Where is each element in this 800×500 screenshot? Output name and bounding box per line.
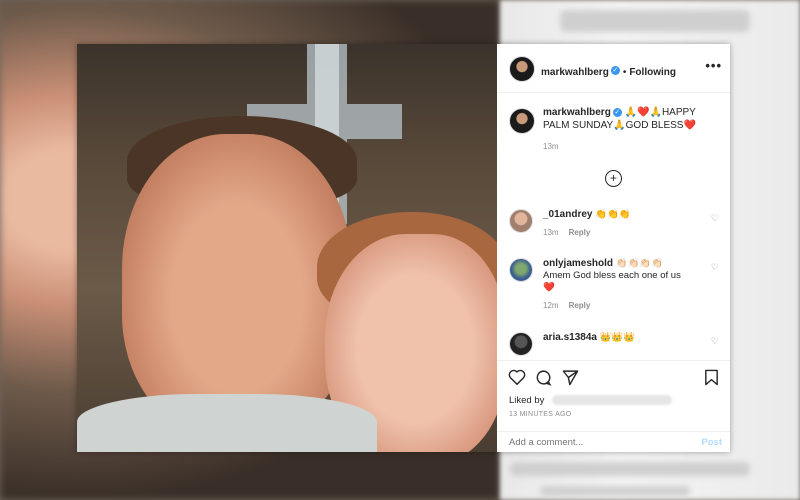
verified-icon: ✓: [612, 107, 622, 117]
avatar[interactable]: [509, 258, 533, 282]
like-icon[interactable]: [508, 369, 526, 385]
comment-text: 👏👏👏: [595, 209, 631, 220]
header-username[interactable]: markwahlberg: [541, 67, 609, 78]
comment-text: 👑👑👑: [599, 332, 636, 343]
comment-text: 👏🏻👏🏻👏🏻👏🏻: [615, 258, 663, 269]
heart-icon[interactable]: ♡: [711, 336, 719, 347]
comment-username[interactable]: aria.s1384a: [543, 332, 597, 343]
avatar[interactable]: [509, 108, 535, 134]
comment-heart-emoji: ❤️: [543, 282, 555, 293]
instagram-post-modal: markwahlberg ✓ • Following ••• markwahlberg…: [77, 44, 730, 452]
add-comment-bar: Post: [497, 431, 730, 454]
post-photo[interactable]: [77, 44, 497, 452]
comment-item: onlyjameshold 👏🏻👏🏻👏🏻👏🏻 Amem God bless ea…: [509, 258, 719, 312]
comment-time: 12m: [543, 301, 559, 310]
separator-dot: •: [622, 67, 627, 78]
liked-by-redacted: [552, 395, 672, 405]
comment-username[interactable]: _01andrey: [543, 209, 592, 220]
caption-time: 13m: [543, 142, 559, 151]
heart-icon[interactable]: ♡: [711, 213, 719, 224]
caption-username[interactable]: markwahlberg: [543, 107, 611, 118]
comment-item: _01andrey 👏👏👏 13m Reply ♡: [509, 209, 719, 239]
post-header: markwahlberg ✓ • Following •••: [497, 44, 730, 93]
save-icon[interactable]: [704, 369, 719, 386]
liked-by-label: Liked by: [509, 395, 545, 406]
comment-item: aria.s1384a 👑👑👑 ♡: [509, 332, 719, 356]
reply-button[interactable]: Reply: [569, 228, 591, 237]
comment-time: 13m: [543, 228, 559, 237]
avatar[interactable]: [509, 56, 535, 82]
reply-button[interactable]: Reply: [569, 301, 591, 310]
post-comment-button[interactable]: Post: [701, 437, 722, 448]
comment-icon[interactable]: [535, 369, 552, 386]
post-sidebar: markwahlberg ✓ • Following ••• markwahlberg…: [497, 44, 730, 452]
post-timestamp: 13 MINUTES AGO: [509, 411, 572, 418]
post-caption: markwahlberg ✓ 🙏❤️🙏HAPPY PALM SUNDAY🙏GOD …: [509, 106, 719, 153]
more-options-icon[interactable]: •••: [705, 58, 722, 73]
comment-username[interactable]: onlyjameshold: [543, 258, 613, 269]
share-icon[interactable]: [562, 369, 579, 386]
heart-icon[interactable]: ♡: [711, 262, 719, 273]
avatar[interactable]: [509, 332, 533, 356]
post-actions: Liked by 13 MINUTES AGO Post: [497, 360, 730, 453]
comment-text-line: Amem God bless each one of us: [543, 270, 681, 281]
verified-icon: ✓: [610, 66, 620, 76]
avatar[interactable]: [509, 209, 533, 233]
following-button[interactable]: Following: [629, 67, 676, 78]
add-comment-input[interactable]: [507, 436, 671, 449]
plus-circle-icon[interactable]: +: [605, 170, 622, 187]
